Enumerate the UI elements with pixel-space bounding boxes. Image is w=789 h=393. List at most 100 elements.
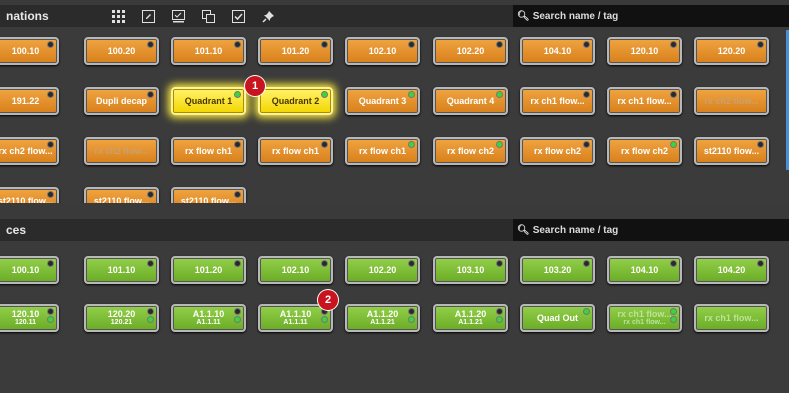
destination-tile[interactable]: 101.20 [258, 37, 333, 65]
status-dot-icon [671, 261, 676, 266]
destination-tile[interactable]: 100.10 [0, 37, 59, 65]
destination-tile[interactable]: Quadrant 2 [258, 87, 333, 115]
destination-tile[interactable]: 100.20 [84, 37, 159, 65]
sequence-icon[interactable] [170, 8, 186, 24]
destination-tile[interactable]: Quadrant 4 [433, 87, 508, 115]
status-dot-icon [584, 309, 589, 314]
annotation-badge-1: 1 [245, 76, 265, 96]
pin-icon[interactable] [260, 8, 276, 24]
destination-tile[interactable]: rx flow ch1 [171, 137, 246, 165]
source-tile-sublabel: A1.1.11 [283, 319, 308, 326]
destination-tile[interactable]: 104.10 [520, 37, 595, 65]
destination-tile[interactable]: 120.10 [607, 37, 682, 65]
status-dot-icon [48, 309, 53, 314]
source-tile-label: rx ch1 flow... [704, 313, 759, 323]
status-dot-icon [235, 317, 240, 322]
status-dot-icon [48, 317, 53, 322]
destinations-search-input[interactable] [532, 10, 753, 22]
destination-tile-label: Dupli decap [95, 96, 147, 106]
status-dot-icon [584, 42, 589, 47]
source-tile[interactable]: A1.1.20 A1.1.21 [433, 304, 508, 332]
destination-tile-label: 104.10 [543, 46, 572, 56]
source-tile-label: 102.20 [368, 265, 397, 275]
source-tile[interactable]: 103.20 [520, 256, 595, 284]
source-tile[interactable]: rx ch1 flow... [694, 304, 769, 332]
destination-tile[interactable]: rx flow ch1 [258, 137, 333, 165]
status-dot-icon [148, 309, 153, 314]
status-dot-icon [48, 261, 53, 266]
source-tile[interactable]: 102.20 [345, 256, 420, 284]
status-dot-icon [235, 192, 240, 197]
destination-tile[interactable]: rx flow ch2 [607, 137, 682, 165]
sources-search[interactable]: 🔍︎ [513, 219, 789, 241]
destination-tile[interactable]: Quadrant 1 [171, 87, 246, 115]
destination-tile-label: rx ch2 flow... [704, 96, 759, 106]
status-dot-icon [235, 309, 240, 314]
status-dot-icon [497, 142, 502, 147]
source-tile-label: A1.1.10 [192, 309, 225, 319]
source-tile[interactable]: 120.10 120.11 [0, 304, 59, 332]
destination-tile[interactable]: rx ch2 flow... [694, 87, 769, 115]
status-dot-icon [322, 92, 327, 97]
destination-tile[interactable]: rx ch1 flow... [520, 87, 595, 115]
destinations-search[interactable]: 🔍︎ [513, 5, 789, 27]
source-tile[interactable]: 120.20 120.21 [84, 304, 159, 332]
status-dot-icon [148, 192, 153, 197]
edit-icon[interactable] [140, 8, 156, 24]
status-dot-icon [671, 142, 676, 147]
destinations-header: nations 🔍︎ [0, 5, 789, 27]
source-tile[interactable]: Quad Out [520, 304, 595, 332]
status-dot-icon [497, 42, 502, 47]
source-tile[interactable]: 101.10 [84, 256, 159, 284]
copy-icon[interactable] [200, 8, 216, 24]
source-tile[interactable]: 104.10 [607, 256, 682, 284]
source-tile[interactable]: 103.10 [433, 256, 508, 284]
destination-tile-label: 100.10 [11, 46, 40, 56]
destination-tile-label: rx ch2 flow... [0, 146, 53, 156]
status-dot-icon [235, 42, 240, 47]
source-tile-label: 104.10 [630, 265, 659, 275]
destination-tile[interactable]: st2110 flow... [694, 137, 769, 165]
source-tile[interactable]: A1.1.20 A1.1.21 [345, 304, 420, 332]
status-dot-icon [148, 261, 153, 266]
destination-tile[interactable]: rx ch2 flow... [84, 137, 159, 165]
destination-tile-label: st2110 flow... [703, 146, 760, 156]
destination-tile[interactable]: rx flow ch2 [520, 137, 595, 165]
status-dot-icon [584, 142, 589, 147]
sources-header: ces 🔍︎ [0, 219, 789, 241]
check-icon[interactable] [230, 8, 246, 24]
status-dot-icon [409, 142, 414, 147]
destination-tile[interactable]: 102.20 [433, 37, 508, 65]
destination-tile[interactable]: rx flow ch1 [345, 137, 420, 165]
source-tile[interactable]: rx ch1 flow... rx ch1 flow... [607, 304, 682, 332]
grid-icon[interactable] [110, 8, 126, 24]
status-dot-icon [758, 142, 763, 147]
status-dot-icon [409, 317, 414, 322]
status-dot-icon [409, 42, 414, 47]
annotation-badge-2: 2 [318, 290, 338, 310]
destination-tile[interactable]: rx ch2 flow... [0, 137, 59, 165]
source-tile[interactable]: 104.20 [694, 256, 769, 284]
toolbar [110, 5, 276, 27]
destination-tile[interactable]: rx ch1 flow... [607, 87, 682, 115]
destination-tile-label: rx flow ch2 [446, 146, 494, 156]
status-dot-icon [235, 142, 240, 147]
destination-tile[interactable]: 101.10 [171, 37, 246, 65]
destination-tile[interactable]: 191.22 [0, 87, 59, 115]
destination-tile[interactable]: rx flow ch2 [433, 137, 508, 165]
source-tile[interactable]: 102.10 [258, 256, 333, 284]
status-dot-icon [322, 42, 327, 47]
status-dot-icon [584, 261, 589, 266]
source-tile[interactable]: 100.10 [0, 256, 59, 284]
destination-tile-label: rx flow ch1 [271, 146, 319, 156]
destination-tile[interactable]: Quadrant 3 [345, 87, 420, 115]
source-tile-label: 120.20 [107, 309, 136, 319]
status-dot-icon [322, 261, 327, 266]
source-tile[interactable]: 101.20 [171, 256, 246, 284]
sources-search-input[interactable] [532, 224, 753, 236]
destination-tile[interactable]: 102.10 [345, 37, 420, 65]
search-icon: 🔍︎ [517, 10, 530, 22]
destination-tile[interactable]: Dupli decap [84, 87, 159, 115]
destination-tile[interactable]: 120.20 [694, 37, 769, 65]
source-tile[interactable]: A1.1.10 A1.1.11 [171, 304, 246, 332]
